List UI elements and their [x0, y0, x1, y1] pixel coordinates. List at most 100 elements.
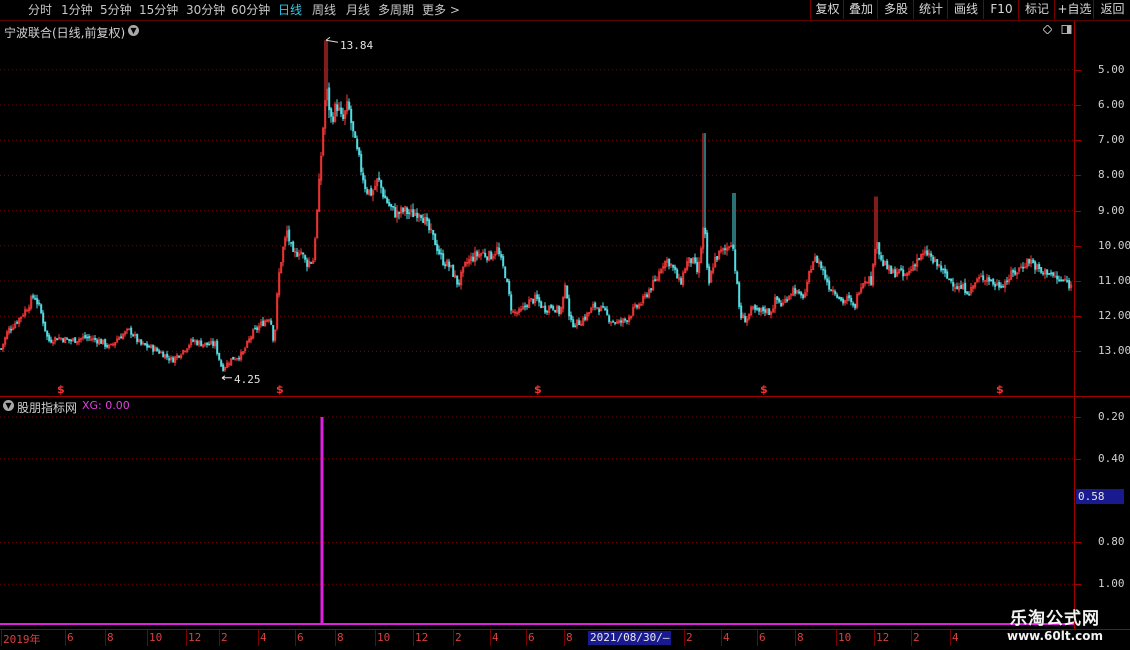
date-tick-mark	[258, 630, 259, 646]
period-tab-9[interactable]: 多周期	[378, 2, 414, 18]
date-tick-mark	[836, 630, 837, 646]
candle-body	[636, 305, 639, 308]
candle-body	[388, 202, 391, 206]
candle-body	[1006, 280, 1009, 283]
candle-body	[452, 264, 455, 278]
toolbar-button-7[interactable]: +自选	[1054, 0, 1094, 19]
toolbar-button-3[interactable]: 统计	[913, 0, 948, 19]
date-tick-mark	[375, 630, 376, 646]
period-tab-2[interactable]: 5分钟	[100, 2, 132, 18]
date-tick-label: 8	[797, 631, 804, 644]
candle-body	[690, 258, 693, 264]
candle-body	[56, 338, 59, 341]
candle-body	[668, 258, 671, 267]
period-tab-5[interactable]: 60分钟	[231, 2, 270, 18]
candle-body	[584, 316, 587, 320]
candle-body	[604, 307, 607, 311]
candle-body	[778, 298, 781, 303]
candle-body	[878, 242, 881, 255]
toolbar-button-5[interactable]: F10	[983, 0, 1019, 19]
indicator-tick-label: 1.00	[1098, 577, 1125, 591]
candle-body	[776, 296, 779, 301]
candle-body	[820, 261, 823, 269]
candle-body	[882, 259, 885, 266]
candle-body	[86, 336, 89, 339]
candle-body	[994, 284, 997, 287]
price-tick-label: 11.00	[1098, 274, 1130, 287]
candle-body	[422, 217, 425, 224]
date-tick-mark	[721, 630, 722, 646]
candle-body	[378, 177, 381, 180]
signal-marker: $	[996, 383, 1004, 396]
candle-body	[736, 271, 739, 284]
candle-body	[572, 319, 575, 328]
date-tick-mark	[684, 630, 685, 646]
date-tick-label: 8	[566, 631, 573, 644]
date-tick-mark	[335, 630, 336, 646]
candle-body	[1022, 266, 1025, 269]
candle-body	[192, 339, 195, 342]
candle-body	[290, 242, 293, 244]
indicator-chart[interactable]	[0, 397, 1074, 629]
candle-body	[100, 339, 103, 344]
candle-body	[886, 260, 889, 270]
date-tick-label: 2019年	[3, 633, 41, 646]
candle-body	[850, 297, 853, 302]
candle-body	[262, 320, 265, 327]
candle-body	[96, 339, 99, 344]
candle-body	[288, 229, 291, 242]
toolbar-button-6[interactable]: 标记	[1018, 0, 1055, 19]
candle-body	[696, 262, 699, 272]
candle-body	[232, 356, 235, 360]
toolbar-button-4[interactable]: 画线	[947, 0, 984, 19]
period-tab-3[interactable]: 15分钟	[139, 2, 178, 18]
candle-body	[46, 330, 49, 337]
date-tick-mark	[911, 630, 912, 646]
candle-body	[932, 256, 935, 263]
toolbar-button-2[interactable]: 多股	[877, 0, 914, 19]
toolbar-button-1[interactable]: 叠加	[843, 0, 878, 19]
price-tick-label: 13.00	[1098, 344, 1130, 358]
candle-body	[44, 321, 47, 331]
toolbar-button-8[interactable]: 返回	[1093, 0, 1130, 19]
price-tick-mark	[1075, 105, 1081, 106]
candle-body	[828, 280, 831, 290]
toolbar-button-0[interactable]: 复权	[810, 0, 844, 19]
candle-body	[178, 355, 181, 358]
candle-body	[302, 252, 305, 255]
period-tab-4[interactable]: 30分钟	[186, 2, 225, 18]
candle-body	[738, 282, 741, 307]
cursor-value-box: 0.58	[1076, 489, 1124, 504]
period-tab-0[interactable]: 分时	[28, 2, 52, 18]
candle-body	[568, 298, 571, 317]
period-tab-7[interactable]: 周线	[312, 2, 336, 18]
candle-body	[120, 336, 123, 339]
candle-body	[448, 261, 451, 268]
candle-body	[566, 285, 569, 299]
candle-body	[1062, 279, 1065, 282]
candle-body	[836, 294, 839, 298]
candle-body	[428, 219, 431, 231]
candle-body	[852, 302, 855, 306]
candle-body	[964, 282, 967, 294]
candle-body	[854, 303, 857, 309]
candle-body	[32, 295, 35, 298]
candle-body	[386, 197, 389, 204]
candle-body	[398, 211, 401, 214]
period-tab-8[interactable]: 月线	[346, 2, 370, 18]
price-chart[interactable]	[0, 21, 1074, 396]
candle-body	[206, 342, 209, 346]
period-tab-6[interactable]: 日线	[278, 2, 302, 18]
candle-body	[218, 352, 221, 360]
candle-body	[704, 227, 707, 235]
date-tick-mark	[65, 630, 66, 646]
candle-body	[768, 308, 771, 316]
period-tab-1[interactable]: 1分钟	[61, 2, 93, 18]
indicator-tick-mark	[1075, 584, 1081, 586]
candle-body	[442, 253, 445, 266]
period-tab-10[interactable]: 更多 >	[422, 2, 460, 18]
candle-body	[716, 255, 719, 260]
candle-body	[162, 351, 165, 358]
candle-body	[606, 309, 609, 315]
candle-body	[168, 358, 171, 361]
